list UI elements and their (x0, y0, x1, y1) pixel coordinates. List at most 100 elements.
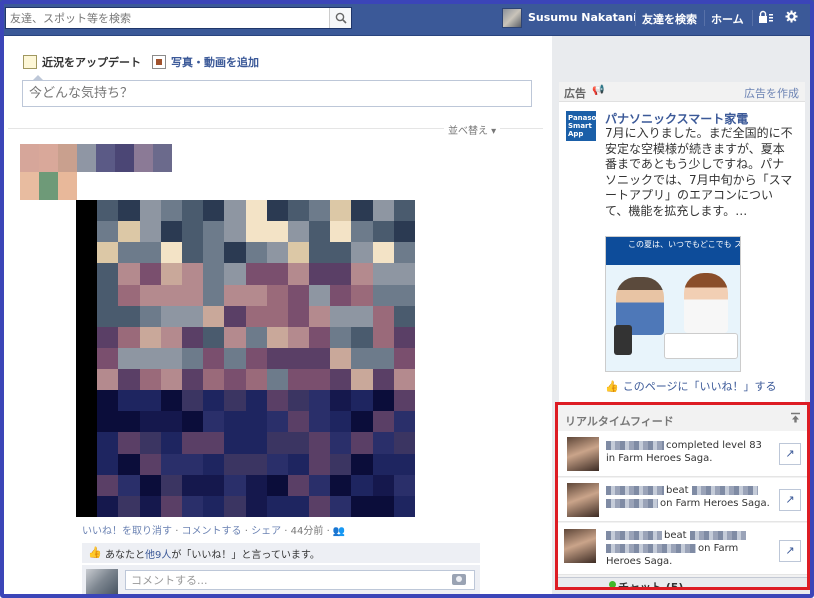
author-pixel (39, 172, 58, 200)
ticker-story[interactable]: beat on Farm Heroes Saga. ↗ (558, 523, 807, 575)
photo-pixel (266, 242, 289, 265)
user-avatar[interactable] (502, 8, 522, 28)
photo-pixel (287, 242, 310, 265)
photo-pixel (266, 326, 289, 349)
photo-pixel (372, 200, 395, 222)
photo-pixel (393, 495, 415, 517)
camera-icon[interactable] (452, 574, 466, 585)
photo-pixel (330, 369, 353, 392)
post-photo[interactable] (76, 200, 415, 517)
photo-pixel (97, 326, 120, 349)
photo-pixel (287, 221, 310, 244)
photo-pixel (181, 326, 204, 349)
privacy-shortcuts-button[interactable] (758, 10, 776, 26)
photo-pixel (330, 347, 353, 370)
photo-pixel (266, 347, 289, 370)
likes-others-link[interactable]: 他9人 (145, 550, 171, 561)
photo-pixel (76, 495, 98, 517)
ad-illustration-woman (684, 273, 728, 333)
story-share-button[interactable]: ↗ (779, 540, 801, 562)
photo-pixel (181, 284, 204, 307)
photo-pixel (118, 432, 141, 455)
photo-pixel (203, 284, 226, 307)
ad-logo[interactable]: Panasonic Smart App (566, 111, 608, 141)
find-friends-link[interactable]: 友達を検索 (642, 11, 697, 27)
author-pixel (20, 172, 39, 200)
story-text: beat on Farm Heroes Saga. (606, 529, 772, 568)
ad-illustration-aircon (664, 333, 738, 359)
photo-pixel (266, 453, 289, 476)
photo-pixel (181, 221, 204, 244)
photo-pixel (266, 495, 289, 517)
photo-pixel (139, 305, 162, 328)
update-status-tab[interactable]: 近況をアップデート (23, 54, 141, 70)
sort-button[interactable]: 並べ替え ▾ (444, 122, 501, 137)
share-link[interactable]: シェア (251, 526, 281, 537)
story-share-button[interactable]: ↗ (779, 489, 801, 511)
status-input[interactable] (22, 80, 532, 107)
photo-pixel (181, 411, 204, 434)
ad-body-text: 7月に入りました。まだ全国的に不安定な空模様が続きますが、夏本番まであともう少し… (605, 126, 793, 218)
photo-pixel (287, 369, 310, 392)
photo-pixel (351, 411, 374, 434)
story-share-button[interactable]: ↗ (779, 443, 801, 465)
photo-pixel (160, 474, 183, 497)
settings-button[interactable] (785, 10, 799, 26)
chat-label: チャット (5) (618, 581, 684, 590)
status-icon (23, 55, 37, 69)
search-input[interactable] (6, 8, 331, 28)
ticker-collapse-button[interactable] (790, 412, 802, 424)
photo-pixel (118, 474, 141, 497)
photo-pixel (245, 221, 268, 244)
photo-pixel (309, 284, 332, 307)
photo-pixel (245, 495, 268, 517)
photo-pixel (160, 390, 183, 413)
ticker-story[interactable]: completed level 83 in Farm Heroes Saga. … (558, 431, 807, 477)
story-text: beat on Farm Heroes Saga. (606, 484, 772, 510)
profile-link[interactable]: Susumu Nakatani (528, 11, 637, 24)
home-link[interactable]: ホーム (711, 11, 744, 27)
photo-pixel (393, 347, 415, 370)
photo-pixel (139, 326, 162, 349)
photo-pixel (266, 221, 289, 244)
search-button[interactable] (329, 8, 351, 28)
photo-pixel (203, 326, 226, 349)
photo-pixel (76, 242, 98, 265)
create-ad-link[interactable]: 広告を作成 (744, 85, 799, 101)
photo-pixel (181, 369, 204, 392)
photo-pixel (160, 200, 183, 222)
photo-pixel (372, 242, 395, 265)
photo-pixel (224, 305, 247, 328)
author-pixel (96, 144, 115, 172)
photo-pixel (160, 453, 183, 476)
photo-pixel (372, 326, 395, 349)
add-photo-video-tab[interactable]: 写真・動画を追加 (152, 54, 259, 70)
photo-pixel (287, 390, 310, 413)
chat-bar[interactable]: チャット (5) (558, 577, 807, 590)
ticker-story[interactable]: beat on Farm Heroes Saga. ↗ (558, 478, 807, 522)
photo-pixel (351, 305, 374, 328)
photo-pixel (351, 474, 374, 497)
photo-pixel (393, 326, 415, 349)
comment-input[interactable] (125, 570, 475, 590)
comment-link[interactable]: コメントする (182, 526, 242, 537)
photo-pixel (203, 347, 226, 370)
photo-pixel (160, 284, 183, 307)
ad-image[interactable]: この夏は、いつでもどこでも スマホでエアコン操作。 (605, 236, 741, 372)
photo-pixel (224, 347, 247, 370)
photo-pixel (351, 390, 374, 413)
ad-like-label: このページに「いいね！」する (622, 380, 777, 393)
photo-pixel (266, 390, 289, 413)
photo-pixel (266, 263, 289, 286)
photo-pixel (139, 453, 162, 476)
author-pixel (58, 172, 77, 200)
ad-like-page-link[interactable]: 👍 このページに「いいね！」する (605, 378, 776, 394)
photo-pixel (372, 221, 395, 244)
ad-title[interactable]: パナソニックスマート家電 (605, 110, 748, 127)
nav-divider (752, 10, 753, 26)
likes-prefix: あなたと (105, 549, 145, 561)
unlike-link[interactable]: いいね！を取り消す (82, 526, 172, 537)
photo-pixel (330, 242, 353, 265)
post-timestamp[interactable]: 44分前 (291, 526, 324, 537)
search-icon (335, 12, 347, 24)
